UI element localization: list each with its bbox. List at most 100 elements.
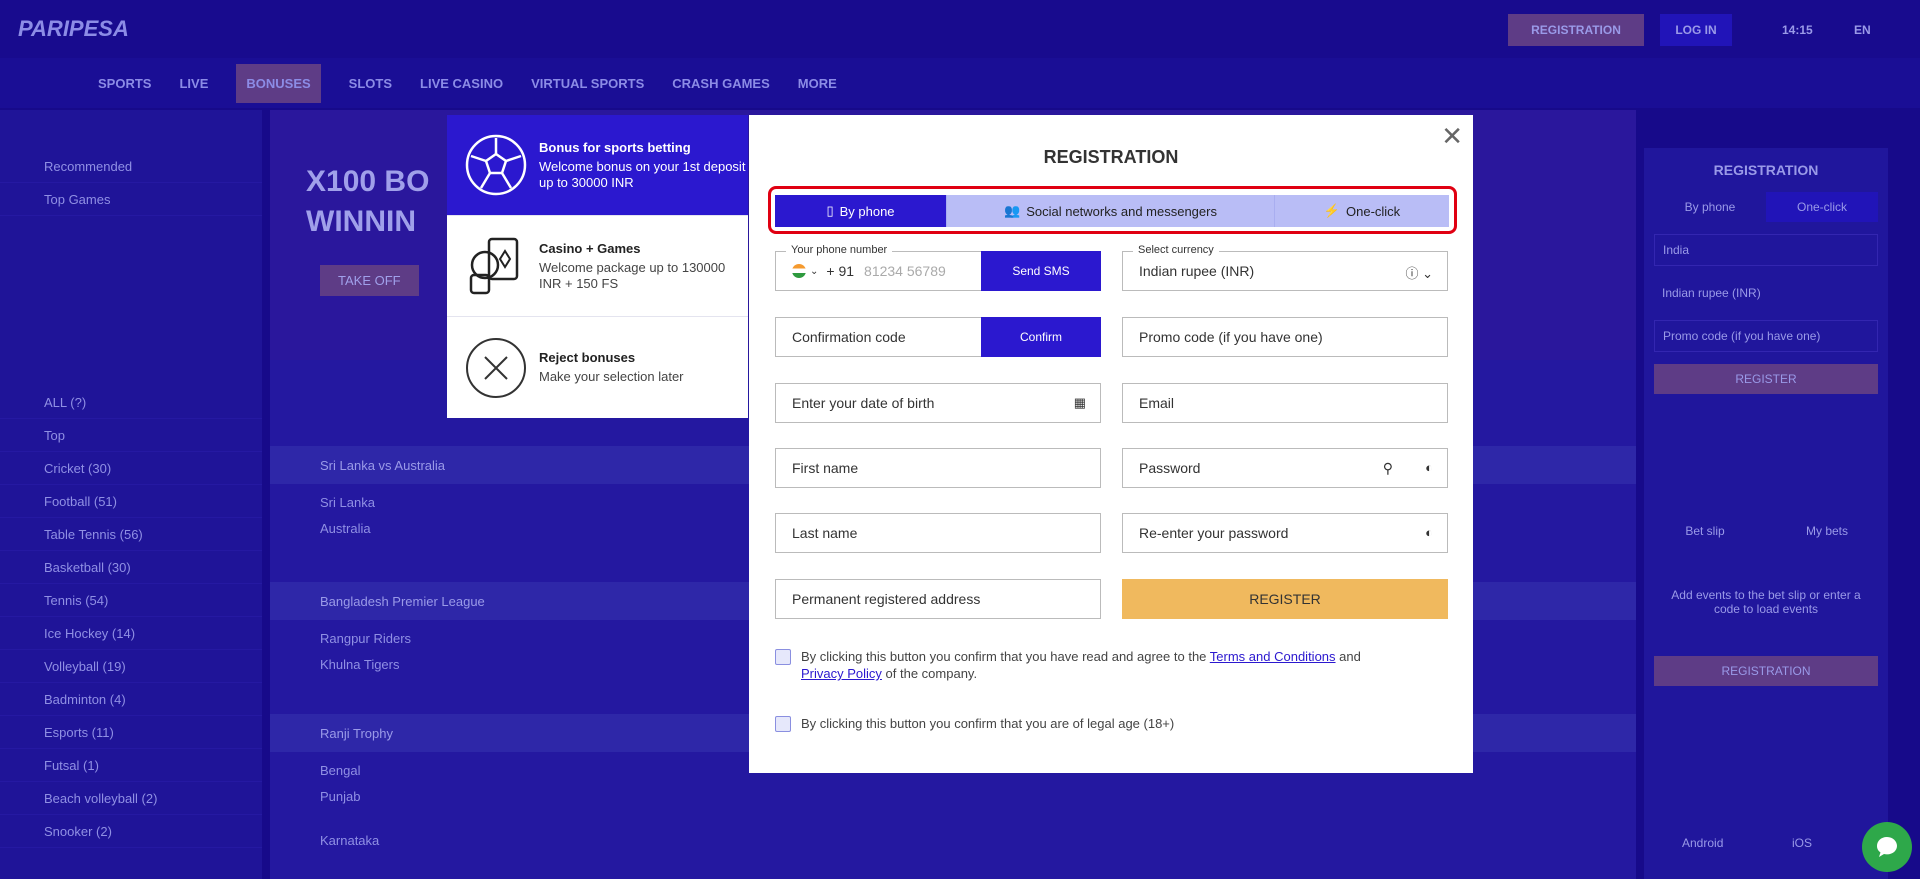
terms-checkbox[interactable]	[775, 649, 791, 665]
main-nav: SPORTS LIVE BONUSES SLOTS LIVE CASINO VI…	[0, 58, 1920, 108]
header-registration-button[interactable]: REGISTRATION	[1508, 14, 1644, 46]
panel-register[interactable]: REGISTER	[1654, 364, 1878, 394]
last-name-input[interactable]: Last name	[775, 513, 1101, 553]
nav-live[interactable]: LIVE	[179, 76, 208, 91]
chevron-down-icon[interactable]: ⌄	[810, 266, 818, 277]
nav-live-casino[interactable]: LIVE CASINO	[420, 76, 503, 91]
chat-button[interactable]	[1862, 822, 1912, 872]
ios-app-link[interactable]: iOS	[1784, 832, 1820, 854]
panel-tab-phone[interactable]: By phone	[1654, 192, 1766, 222]
sidebar-item[interactable]: Table Tennis (56)	[0, 518, 262, 551]
placeholder: Re-enter your password	[1139, 525, 1289, 541]
panel-currency[interactable]: Indian rupee (INR)	[1654, 278, 1878, 308]
registration-modal: ✕ REGISTRATION ▯ By phone 👥 Social network…	[749, 115, 1473, 773]
nav-slots[interactable]: SLOTS	[349, 76, 392, 91]
lightning-icon: ⚡	[1323, 203, 1340, 218]
email-input[interactable]: Email	[1122, 383, 1448, 423]
sidebar-item[interactable]: Futsal (1)	[0, 749, 262, 782]
banner-button[interactable]: TAKE OFF	[320, 265, 419, 296]
eye-off-icon[interactable]: ◐	[1425, 460, 1433, 475]
tab-label: By phone	[839, 203, 895, 219]
age-checkbox[interactable]	[775, 716, 791, 732]
date-of-birth-input[interactable]: Enter your date of birth ▦	[775, 383, 1101, 423]
login-button[interactable]: LOG IN	[1660, 14, 1732, 46]
bonus-title: Bonus for sports betting	[539, 139, 691, 155]
android-app-link[interactable]: Android	[1674, 832, 1731, 854]
tab-by-phone[interactable]: ▯ By phone	[775, 195, 947, 227]
sidebar-item[interactable]: Basketball (30)	[0, 551, 262, 584]
sidebar-item[interactable]: Tennis (54)	[0, 584, 262, 617]
soccer-ball-icon	[465, 134, 527, 196]
register-button[interactable]: REGISTER	[1122, 579, 1448, 619]
confirm-button[interactable]: Confirm	[981, 317, 1101, 357]
reject-x-icon	[466, 337, 526, 398]
reenter-password-input[interactable]: Re-enter your password ◐	[1122, 513, 1448, 553]
tab-one-click[interactable]: ⚡ One-click	[1275, 195, 1449, 227]
bet-slip-registration[interactable]: REGISTRATION	[1654, 656, 1878, 686]
users-icon: 👥	[1004, 203, 1021, 218]
bonus-option-sports[interactable]: Bonus for sports betting Welcome bonus on…	[447, 115, 748, 216]
privacy-link[interactable]: Privacy Policy	[801, 666, 882, 681]
sidebar-item[interactable]: Ice Hockey (14)	[0, 617, 262, 650]
bet-slip-empty: Add events to the bet slip or enter a co…	[1671, 588, 1861, 616]
chat-bubble-icon	[1877, 837, 1897, 857]
nav-bonuses[interactable]: BONUSES	[236, 63, 321, 103]
password-input[interactable]: Password ⚲ ◐	[1122, 448, 1448, 488]
phone-icon: ▯	[826, 203, 834, 218]
currency-value: Indian rupee (INR)	[1139, 263, 1255, 279]
age-text: By clicking this button you confirm that…	[801, 716, 1175, 731]
registration-tabs: ▯ By phone 👥 Social networks and messenger…	[775, 195, 1449, 227]
sidebar-item[interactable]: Badminton (4)	[0, 683, 262, 716]
banner-title: X100 BO WINNIN	[306, 165, 430, 238]
india-flag-icon[interactable]	[792, 264, 806, 278]
terms-link[interactable]: Terms and Conditions	[1210, 649, 1336, 664]
panel-title: REGISTRATION	[1713, 162, 1819, 178]
confirmation-code-input[interactable]: Confirmation code Confirm	[775, 317, 1101, 357]
sidebar-item[interactable]: Snooker (2)	[0, 815, 262, 848]
sidebar-item[interactable]: Cricket (30)	[0, 452, 262, 485]
sidebar-item[interactable]: Volleyball (19)	[0, 650, 262, 683]
currency-legend: Select currency	[1133, 244, 1219, 256]
eye-off-icon[interactable]: ◐	[1425, 525, 1433, 540]
nav-virtual-sports[interactable]: VIRTUAL SPORTS	[531, 76, 644, 91]
phone-placeholder: 81234 56789	[864, 263, 946, 279]
modal-title: REGISTRATION	[1043, 147, 1179, 167]
nav-more[interactable]: MORE	[798, 76, 837, 91]
send-sms-button[interactable]: Send SMS	[981, 251, 1101, 291]
language-selector[interactable]: EN	[1840, 14, 1885, 46]
panel-tab-oneclick[interactable]: One-click	[1766, 192, 1878, 222]
placeholder: Confirmation code	[792, 329, 906, 345]
sidebar-item[interactable]: Top	[0, 419, 262, 452]
sidebar-item[interactable]: Esports (11)	[0, 716, 262, 749]
phone-field[interactable]: Your phone number ⌄ + 91 81234 56789 Sen…	[775, 244, 1101, 291]
logo[interactable]: PARIPESA	[18, 16, 129, 42]
sidebar-item[interactable]: Top Games	[0, 183, 262, 216]
sidebar-item[interactable]: Beach volleyball (2)	[0, 782, 262, 815]
calendar-icon[interactable]: ▦	[1074, 395, 1086, 411]
sidebar-item[interactable]: Football (51)	[0, 485, 262, 518]
nav-sports[interactable]: SPORTS	[98, 76, 151, 91]
placeholder: Enter your date of birth	[792, 395, 935, 411]
panel-promo[interactable]: Promo code (if you have one)	[1654, 320, 1878, 352]
panel-country[interactable]: India	[1654, 234, 1878, 266]
nav-crash-games[interactable]: CRASH GAMES	[672, 76, 770, 91]
bonus-option-reject[interactable]: Reject bonuses Make your selection later	[447, 317, 748, 418]
casino-cards-icon	[469, 237, 519, 295]
bonus-option-casino[interactable]: Casino + Games Welcome package up to 1300…	[447, 216, 748, 317]
promo-code-input[interactable]: Promo code (if you have one)	[1122, 317, 1448, 357]
tab-label: One-click	[1346, 203, 1401, 219]
key-icon[interactable]: ⚲	[1383, 460, 1393, 477]
tab-my-bets[interactable]: My bets	[1766, 514, 1888, 548]
terms-text: By clicking this button you confirm that…	[801, 649, 1361, 681]
bonus-title: Reject bonuses	[539, 350, 636, 365]
tab-social-networks[interactable]: 👥 Social networks and messengers	[947, 195, 1275, 227]
first-name-input[interactable]: First name	[775, 448, 1101, 488]
address-input[interactable]: Permanent registered address	[775, 579, 1101, 619]
sports-sidebar: Recommended Top Games ALL (?) Top Cricke…	[0, 110, 262, 879]
currency-select[interactable]: Select currency Indian rupee (INR) ⓘ ⌄	[1122, 244, 1448, 291]
bonus-title: Casino + Games	[539, 240, 641, 256]
tab-bet-slip[interactable]: Bet slip	[1644, 514, 1766, 548]
sidebar-item[interactable]: Recommended	[0, 150, 262, 183]
sidebar-item[interactable]: ALL (?)	[0, 386, 262, 419]
info-icon[interactable]: ⓘ ⌄	[1405, 263, 1433, 282]
